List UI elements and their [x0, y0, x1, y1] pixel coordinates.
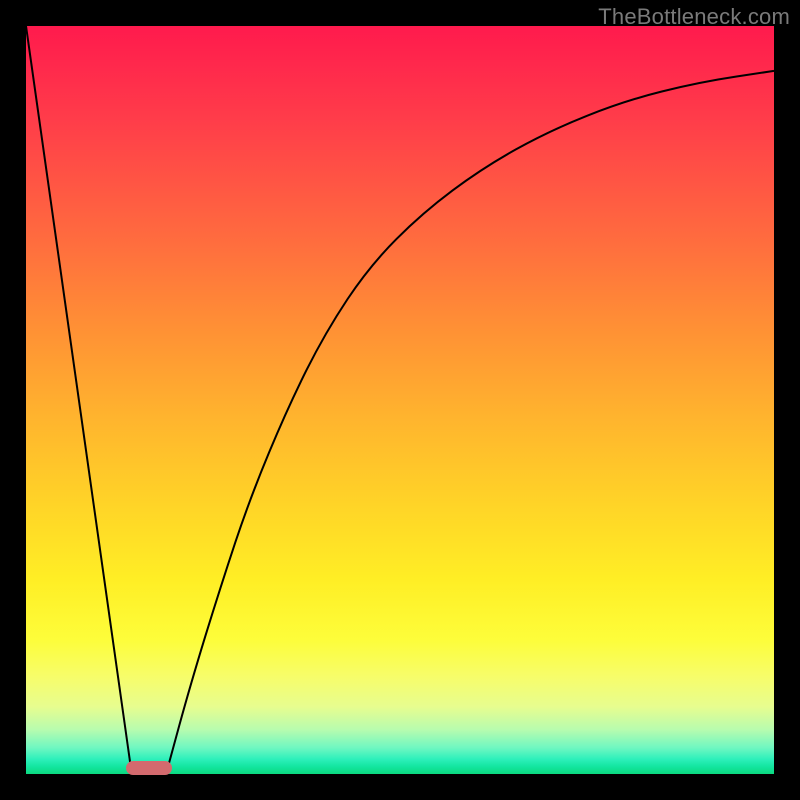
- optimal-marker: [126, 761, 172, 775]
- plot-area: [26, 26, 774, 774]
- watermark-text: TheBottleneck.com: [598, 4, 790, 30]
